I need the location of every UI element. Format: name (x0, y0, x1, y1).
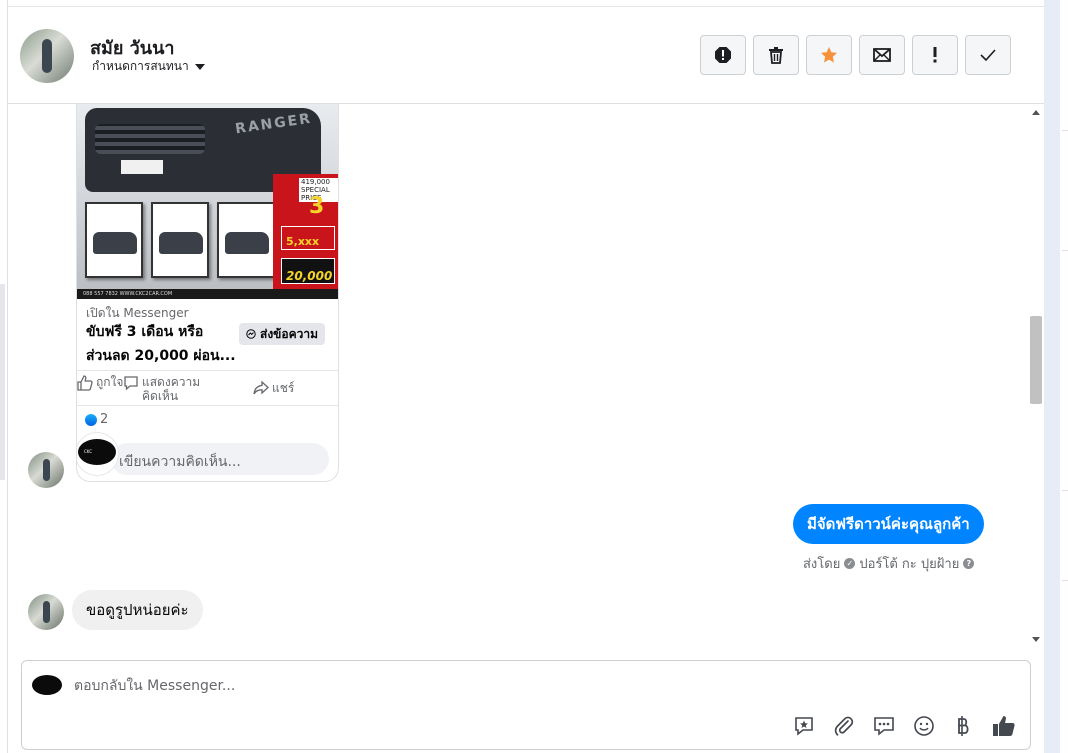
ad-model-word: RANGER (234, 110, 313, 138)
delete-button[interactable] (753, 35, 799, 75)
ad-promo-panel: 419,000 SPECIAL PRICE 3 5,xxx 20,000 (273, 174, 338, 299)
mark-unread-button[interactable] (859, 35, 905, 75)
saved-reply-icon (874, 717, 894, 736)
follow-up-button[interactable] (912, 35, 958, 75)
comment-bubble-icon (124, 376, 138, 391)
ad-footer-strip: 088 557 7832 WWW.CKC2CAR.COM (77, 289, 338, 299)
left-scroll-indicator (0, 284, 5, 480)
sparkle-chat-icon (795, 717, 813, 736)
conversation-toolbar (700, 35, 1011, 75)
like-label: ถูกใจ (96, 375, 124, 389)
outgoing-message-bubble[interactable]: มีจัดฟรีดาวน์ค่ะคุณลูกค้า (793, 504, 984, 544)
contact-avatar-small[interactable] (28, 452, 64, 488)
comment-input[interactable]: เขียนความคิดเห็น... (111, 443, 329, 475)
saved-reply-button[interactable] (870, 713, 898, 739)
comment-label: แสดงความคิดเห็น (142, 375, 201, 403)
ad-thumbnail-2 (151, 202, 209, 278)
contact-avatar[interactable] (20, 29, 74, 83)
page-avatar: CKC (77, 432, 119, 476)
reaction-count: 2 (100, 412, 109, 427)
ad-thumbnail-3 (217, 202, 275, 278)
sent-by-line: ส่งโดย ✓ ปอร์โต้ กะ ปุยฝ้าย ? (803, 553, 975, 574)
send-message-button[interactable]: ส่งข้อความ (239, 323, 326, 345)
sender-name: ปอร์โต้ กะ ปุยฝ้าย (859, 557, 960, 572)
conversation-header: สมัย วันนา กำหนดการสนทนา (8, 6, 1044, 104)
ad-monthly-payment: 5,xxx (281, 226, 335, 250)
post-action-row: ถูกใจ แสดงความคิดเห็น แชร์ (77, 370, 338, 406)
ad-image[interactable]: RANGER 419,000 SPECIAL PRICE 3 5,xxx 20,… (77, 104, 338, 299)
trash-icon (769, 47, 783, 64)
comment-action[interactable]: แสดงความคิดเห็น (123, 375, 202, 403)
share-label: แชร์ (272, 381, 295, 395)
star-icon (821, 47, 837, 63)
manage-conversation-dropdown[interactable]: กำหนดการสนทนา (92, 57, 205, 76)
star-button[interactable] (806, 35, 852, 75)
sparkle-chat-button[interactable] (790, 713, 818, 739)
check-icon (980, 49, 996, 61)
share-arrow-icon (253, 381, 269, 395)
send-message-label: ส่งข้อความ (260, 326, 319, 341)
ad-discount: 20,000 (281, 258, 335, 284)
done-button[interactable] (965, 35, 1011, 75)
conversation-panel: สมัย วันนา กำหนดการสนทนา RANGER 419,000 … (8, 0, 1044, 753)
attach-button[interactable] (830, 713, 858, 739)
messages-scrollbar[interactable] (1028, 104, 1044, 646)
emoji-button[interactable] (910, 713, 938, 739)
manage-conversation-label: กำหนดการสนทนา (92, 59, 189, 73)
envelope-icon (873, 48, 891, 62)
sent-by-prefix: ส่งโดย (803, 557, 841, 572)
caret-down-icon (194, 63, 205, 70)
shared-post-card[interactable]: RANGER 419,000 SPECIAL PRICE 3 5,xxx 20,… (76, 104, 339, 482)
share-action[interactable]: แชร์ (253, 381, 294, 395)
paperclip-icon (834, 716, 854, 736)
verified-check-icon: ✓ (844, 558, 856, 569)
messenger-icon (246, 329, 256, 339)
thumbs-up-icon (993, 716, 1015, 736)
left-panel-edge (0, 0, 8, 753)
thumbs-up-outline-icon (77, 375, 93, 391)
reaction-summary[interactable]: 2 (85, 412, 108, 427)
reply-composer (21, 660, 1031, 750)
emoji-icon (914, 716, 934, 736)
help-question-icon[interactable]: ? (963, 558, 975, 569)
scroll-up-arrow-icon[interactable] (1032, 110, 1040, 115)
ad-thumbnail-1 (85, 202, 143, 278)
send-like-button[interactable] (990, 713, 1018, 739)
inbox-page: สมัย วันนา กำหนดการสนทนา RANGER 419,000 … (0, 0, 1068, 753)
payment-button[interactable] (950, 713, 978, 739)
composer-tools (790, 713, 1018, 739)
scroll-down-arrow-icon[interactable] (1032, 637, 1040, 642)
incoming-message-bubble[interactable]: ขอดูรูปหน่อยค่ะ (72, 590, 203, 630)
spam-button[interactable] (700, 35, 746, 75)
page-avatar-small (32, 675, 62, 695)
like-action[interactable]: ถูกใจ (77, 375, 124, 391)
contact-avatar-small[interactable] (28, 594, 64, 630)
baht-icon (958, 716, 969, 736)
right-panel-edge (1044, 0, 1068, 753)
alert-octagon-icon (715, 47, 731, 63)
like-reaction-icon (85, 413, 97, 426)
reply-input[interactable] (74, 675, 774, 697)
exclamation-icon (933, 47, 937, 63)
ad-months: 3 (309, 194, 325, 219)
post-title[interactable]: ขับฟรี 3 เดือน หรือ ส่วนลด 20,000 ผ่อน..… (86, 320, 236, 368)
scroll-thumb[interactable] (1030, 316, 1042, 404)
